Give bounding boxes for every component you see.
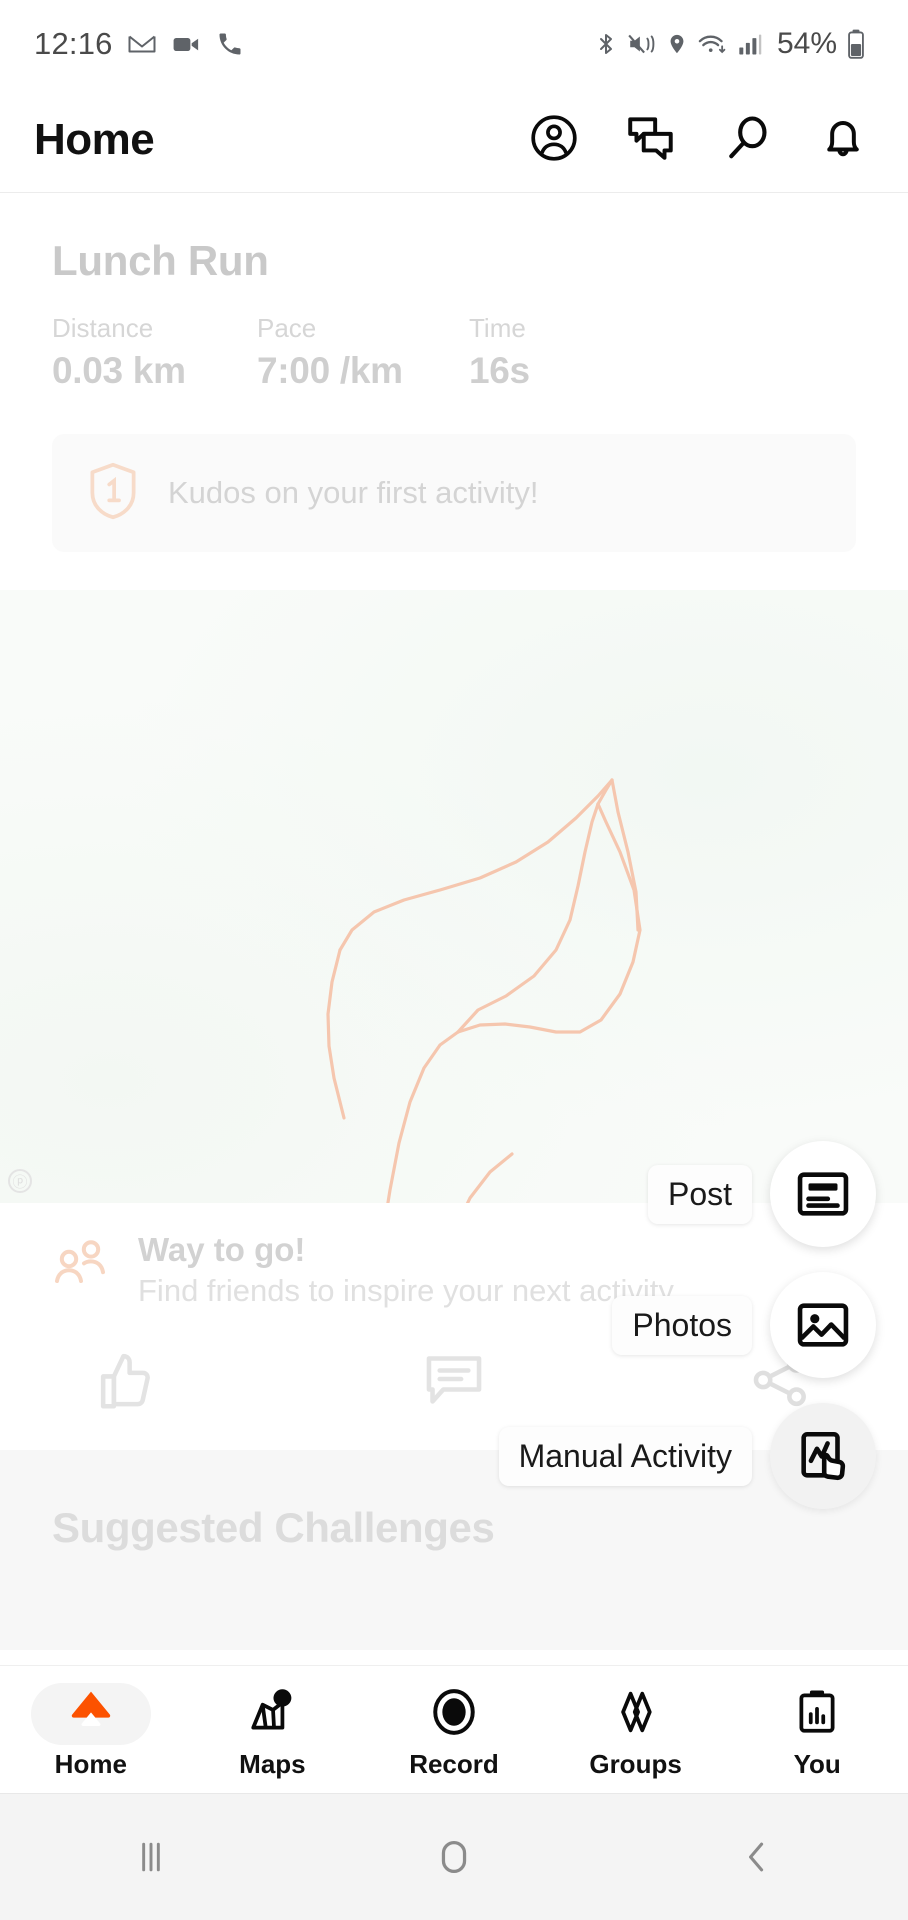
you-clipboard-icon xyxy=(792,1687,842,1742)
speed-dial-item-post[interactable]: Post xyxy=(647,1141,876,1247)
stat-label: Pace xyxy=(257,313,317,343)
location-pin-icon xyxy=(666,30,688,58)
kudos-text: Kudos on your first activity! xyxy=(168,475,539,510)
nav-home-pill xyxy=(30,1683,151,1745)
wifi-icon xyxy=(697,30,729,58)
article-post-icon[interactable] xyxy=(770,1141,876,1247)
nav-you-pill xyxy=(757,1683,877,1745)
phone-icon xyxy=(216,30,244,58)
activity-map[interactable]: ⓟ xyxy=(0,590,908,1203)
stat-time: Time 16s xyxy=(469,313,530,392)
speed-dial-label-manual-activity: Manual Activity xyxy=(498,1426,752,1486)
header-actions xyxy=(528,112,874,169)
kudos-slot xyxy=(96,1349,335,1416)
nav-item-record[interactable]: Record xyxy=(363,1679,545,1780)
nav-label-record: Record xyxy=(409,1749,499,1779)
people-icon xyxy=(52,1231,112,1294)
home-circle-icon[interactable] xyxy=(303,1834,606,1880)
find-friends-subtitle: Find friends to inspire your next activi… xyxy=(138,1273,674,1308)
speed-dial-item-photos[interactable]: Photos xyxy=(612,1272,876,1378)
record-icon xyxy=(429,1687,479,1742)
battery-icon xyxy=(846,29,866,59)
bottom-navigation: Home Maps Record Groups You xyxy=(0,1665,908,1793)
profile-icon[interactable] xyxy=(528,112,580,169)
nav-label-you: You xyxy=(793,1749,841,1779)
badge-one-icon xyxy=(86,461,140,526)
kudos-banner[interactable]: Kudos on your first activity! xyxy=(52,434,856,552)
nav-groups-pill xyxy=(576,1683,696,1745)
video-camera-icon xyxy=(171,29,202,60)
battery-percent-label: 54% xyxy=(776,27,837,60)
chat-icon[interactable] xyxy=(624,112,678,169)
image-photo-icon[interactable] xyxy=(770,1272,876,1378)
recents-icon[interactable] xyxy=(0,1835,303,1879)
stat-pace: Pace 7:00 /km xyxy=(257,313,469,392)
speed-dial-label-post: Post xyxy=(647,1164,752,1224)
stat-distance: Distance 0.03 km xyxy=(52,313,257,392)
cellular-signal-icon xyxy=(738,30,764,58)
activity-title: Lunch Run xyxy=(52,237,269,284)
map-attribution-icon: ⓟ xyxy=(8,1169,32,1193)
suggested-challenges-title: Suggested Challenges xyxy=(52,1504,495,1551)
nav-record-pill xyxy=(394,1683,514,1745)
status-bar-right: 54% xyxy=(594,27,874,61)
stat-value: 0.03 km xyxy=(52,350,186,391)
speed-dial-item-manual-activity[interactable]: Manual Activity xyxy=(498,1403,876,1509)
vibrate-mute-icon xyxy=(627,30,657,58)
activity-feed[interactable]: Lunch Run Distance 0.03 km Pace 7:00 /km… xyxy=(0,193,908,1793)
nav-item-maps[interactable]: Maps xyxy=(182,1679,364,1780)
nav-item-home[interactable]: Home xyxy=(0,1679,182,1780)
app-header: Home xyxy=(0,88,908,193)
stat-value: 7:00 /km xyxy=(257,350,403,391)
find-friends-title: Way to go! xyxy=(138,1231,306,1268)
nav-maps-pill xyxy=(212,1683,332,1745)
comment-icon[interactable] xyxy=(423,1351,485,1414)
speed-dial-label-photos: Photos xyxy=(612,1295,752,1355)
find-friends-text: Way to go! Find friends to inspire your … xyxy=(138,1231,674,1309)
gmail-icon xyxy=(127,29,157,59)
nav-item-you[interactable]: You xyxy=(726,1679,908,1780)
status-bar-clock: 12:16 xyxy=(34,26,113,61)
stat-label: Time xyxy=(469,313,526,343)
stat-value: 16s xyxy=(469,350,530,391)
activity-stats: Distance 0.03 km Pace 7:00 /km Time 16s xyxy=(52,313,856,392)
back-icon[interactable] xyxy=(605,1835,908,1879)
maps-icon xyxy=(247,1687,297,1742)
status-bar-left: 12:16 xyxy=(34,26,244,62)
home-icon xyxy=(66,1687,116,1742)
groups-icon xyxy=(611,1687,661,1742)
stat-label: Distance xyxy=(52,313,154,343)
nav-item-groups[interactable]: Groups xyxy=(545,1679,727,1780)
status-bar: 12:16 54% xyxy=(0,0,908,88)
nav-label-maps: Maps xyxy=(239,1749,306,1779)
bluetooth-icon xyxy=(594,30,618,58)
manual-activity-icon[interactable] xyxy=(770,1403,876,1509)
nav-label-home: Home xyxy=(54,1749,127,1779)
android-system-nav xyxy=(0,1793,908,1920)
activity-card-header: Lunch Run Distance 0.03 km Pace 7:00 /km… xyxy=(0,193,908,392)
notifications-bell-icon[interactable] xyxy=(818,112,868,169)
search-icon[interactable] xyxy=(722,112,774,169)
page-title: Home xyxy=(34,115,155,164)
nav-label-groups: Groups xyxy=(589,1749,682,1779)
thumbs-up-icon[interactable] xyxy=(96,1349,158,1416)
